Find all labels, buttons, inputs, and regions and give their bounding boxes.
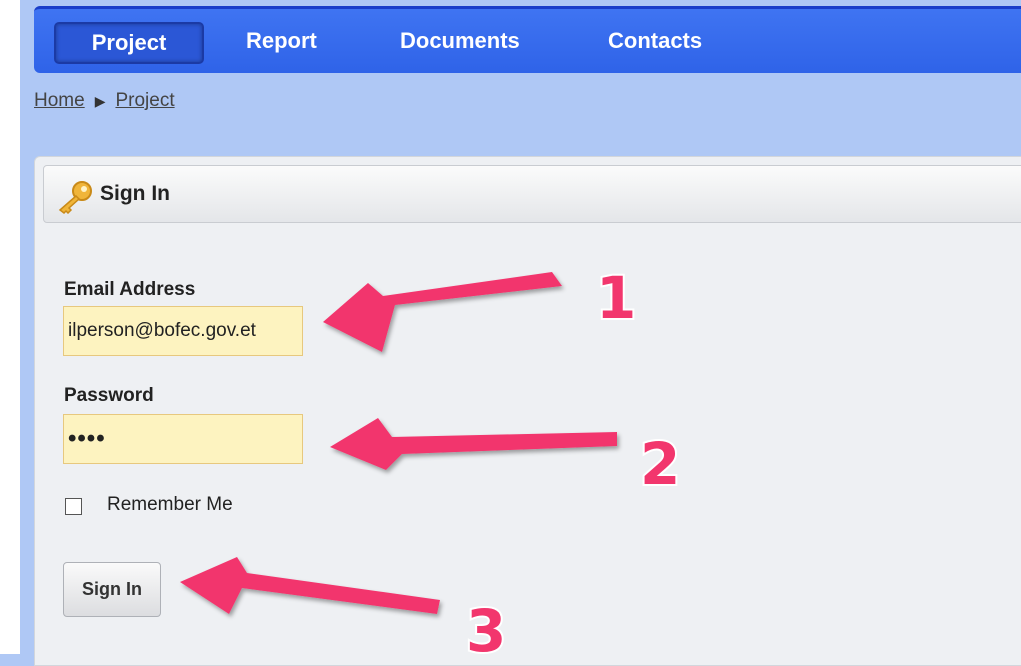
email-field[interactable]: ilperson@bofec.gov.et (63, 306, 303, 356)
remember-me-checkbox[interactable] (65, 498, 82, 515)
nav-tab-contacts[interactable]: Contacts (608, 22, 702, 60)
password-label: Password (64, 385, 154, 406)
left-margin (0, 0, 20, 654)
remember-me-label[interactable]: Remember Me (107, 494, 233, 516)
signin-panel-header: Sign In (43, 165, 1021, 223)
breadcrumb-project-link[interactable]: Project (115, 90, 174, 111)
nav-tab-project[interactable]: Project (54, 22, 204, 64)
sign-in-button[interactable]: Sign In (63, 562, 161, 617)
password-field[interactable]: •••• (63, 414, 303, 464)
top-navbar: Project Report Documents Contacts (34, 6, 1021, 73)
signin-panel: Sign In (34, 156, 1021, 666)
email-label: Email Address (64, 279, 196, 300)
breadcrumb: Home ▶ Project (34, 90, 175, 112)
breadcrumb-separator-icon: ▶ (94, 93, 106, 109)
nav-tab-documents[interactable]: Documents (400, 22, 520, 60)
panel-title: Sign In (100, 182, 170, 205)
breadcrumb-home-link[interactable]: Home (34, 90, 85, 111)
key-icon (58, 181, 92, 214)
nav-tab-report[interactable]: Report (246, 22, 317, 60)
